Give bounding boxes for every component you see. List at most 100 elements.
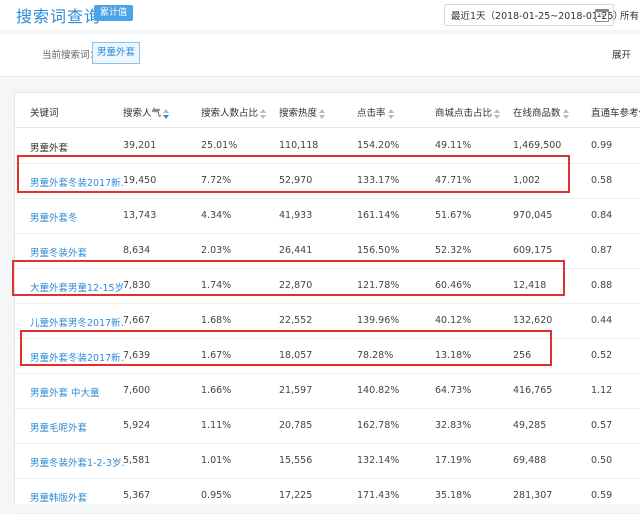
table-row: 男童韩版外套 5,367 0.95% 17,225 171.43% 35.18% 281,3… — [15, 478, 640, 514]
row-mall-ratio: 32.83% — [435, 420, 472, 431]
row-ztc-price: 0.59 — [591, 490, 613, 501]
annotation-box — [20, 330, 552, 366]
row-popularity: 5,367 — [123, 490, 151, 501]
row-ctr: 139.96% — [357, 315, 400, 326]
row-popularity: 5,581 — [123, 455, 151, 466]
table-row: 男童冬装外套1-2-3岁... 5,581 1.01% 15,556 132.14% 17… — [15, 443, 640, 479]
col-ctr[interactable]: 点击率 — [357, 105, 394, 119]
table-row: 男童外套冬 13,743 4.34% 41,933 161.14% 51.67% 970,0… — [15, 198, 640, 234]
row-products: 1,469,500 — [513, 140, 562, 151]
row-keyword[interactable]: 儿童外套男冬2017新... — [30, 315, 125, 329]
row-ctr: 162.78% — [357, 420, 400, 431]
row-mall-ratio: 49.11% — [435, 140, 472, 151]
col-popularity[interactable]: 搜索人气 — [123, 105, 170, 119]
row-ctr: 140.82% — [357, 385, 400, 396]
row-products: 970,045 — [513, 210, 553, 221]
table-row: 男童外套 中大童 7,600 1.66% 21,597 140.82% 64.73% 416… — [15, 373, 640, 409]
row-ratio: 1.68% — [201, 315, 232, 326]
current-keyword-tag[interactable]: 男童外套 — [92, 42, 141, 64]
col-products[interactable]: 在线商品数 — [513, 105, 569, 119]
keyword-table: 关键词 搜索人气 搜索人数占比 搜索热度 点击率 商城点击占比 在线商品数 直通… — [14, 92, 640, 514]
current-keyword-label: 当前搜索词： — [42, 50, 100, 61]
cumulative-badge[interactable]: 累计值 — [94, 5, 134, 21]
date-range-picker[interactable]: 最近1天（2018-01-25~2018-01-25） 25 — [444, 4, 623, 26]
annotation-box — [17, 155, 570, 193]
sort-icon[interactable] — [387, 108, 394, 119]
row-popularity: 13,743 — [123, 210, 157, 221]
calendar-day: 25 — [597, 12, 605, 19]
row-ztc-price: 0.57 — [591, 420, 613, 431]
row-products: 416,765 — [513, 385, 553, 396]
row-ztc-price: 0.87 — [591, 245, 613, 256]
row-popularity: 5,924 — [123, 420, 151, 431]
row-ctr: 161.14% — [357, 210, 400, 221]
row-ratio: 4.34% — [201, 210, 232, 221]
col-heat[interactable]: 搜索热度 — [279, 105, 326, 119]
top-bar: 搜索词查询 累计值 最近1天（2018-01-25~2018-01-25） 25… — [0, 0, 640, 30]
row-ztc-price: 0.50 — [591, 455, 613, 466]
row-keyword[interactable]: 男童毛呢外套 — [30, 420, 125, 434]
calendar-icon[interactable]: 25 — [595, 9, 609, 22]
row-ratio: 0.95% — [201, 490, 232, 501]
row-ztc-price: 0.52 — [591, 350, 613, 361]
row-heat: 110,118 — [279, 140, 319, 151]
col-ratio[interactable]: 搜索人数占比 — [201, 105, 267, 119]
row-ztc-price: 0.44 — [591, 315, 613, 326]
row-popularity: 8,634 — [123, 245, 151, 256]
row-mall-ratio: 35.18% — [435, 490, 472, 501]
row-keyword[interactable]: 男童外套 中大童 — [30, 385, 125, 399]
row-ratio: 1.01% — [201, 455, 232, 466]
row-products: 609,175 — [513, 245, 553, 256]
row-keyword: 男童外套 — [30, 143, 69, 154]
row-ratio: 1.11% — [201, 420, 232, 431]
row-heat: 41,933 — [279, 210, 313, 221]
expand-toggle[interactable]: 展开 — [612, 47, 631, 61]
row-ctr: 154.20% — [357, 140, 400, 151]
row-mall-ratio: 52.32% — [435, 245, 472, 256]
row-ztc-price: 1.12 — [591, 385, 613, 396]
row-ctr: 132.14% — [357, 455, 400, 466]
col-mall-ratio[interactable]: 商城点击占比 — [435, 105, 501, 119]
row-heat: 26,441 — [279, 245, 313, 256]
row-heat: 20,785 — [279, 420, 313, 431]
row-ztc-price: 0.58 — [591, 175, 613, 186]
row-heat: 17,225 — [279, 490, 313, 501]
row-mall-ratio: 64.73% — [435, 385, 472, 396]
row-popularity: 7,667 — [123, 315, 151, 326]
sort-icon[interactable] — [260, 108, 267, 119]
row-ctr: 156.50% — [357, 245, 400, 256]
row-keyword[interactable]: 男童外套冬 — [30, 210, 125, 224]
row-products: 281,307 — [513, 490, 553, 501]
row-products: 132,620 — [513, 315, 553, 326]
row-heat: 21,597 — [279, 385, 313, 396]
row-mall-ratio: 51.67% — [435, 210, 472, 221]
row-products: 69,488 — [513, 455, 547, 466]
table-row: 男童毛呢外套 5,924 1.11% 20,785 162.78% 32.83% 49,28… — [15, 408, 640, 444]
more-dropdown[interactable]: 所有 — [620, 8, 639, 22]
row-ratio: 2.03% — [201, 245, 232, 256]
row-ratio: 25.01% — [201, 140, 238, 151]
row-products: 49,285 — [513, 420, 547, 431]
page-title: 搜索词查询 — [16, 7, 102, 26]
sort-icon[interactable] — [562, 108, 569, 119]
row-keyword[interactable]: 男童韩版外套 — [30, 490, 125, 504]
row-ztc-price: 0.99 — [591, 140, 613, 151]
filter-bar: 当前搜索词： 男童外套 展开 — [0, 34, 640, 77]
row-ctr: 171.43% — [357, 490, 400, 501]
row-mall-ratio: 40.12% — [435, 315, 472, 326]
sort-icon[interactable] — [494, 108, 501, 119]
table-header: 关键词 搜索人气 搜索人数占比 搜索热度 点击率 商城点击占比 在线商品数 直通… — [15, 93, 640, 128]
col-ztc-price: 直通车参考价 — [591, 108, 640, 119]
sort-icon[interactable] — [163, 108, 170, 119]
col-keyword: 关键词 — [30, 108, 59, 119]
row-mall-ratio: 17.19% — [435, 455, 472, 466]
row-ratio: 1.66% — [201, 385, 232, 396]
row-keyword[interactable]: 男童冬装外套 — [30, 245, 125, 259]
sort-icon[interactable] — [319, 108, 326, 119]
row-popularity: 7,600 — [123, 385, 151, 396]
row-keyword[interactable]: 男童冬装外套1-2-3岁... — [30, 455, 125, 469]
annotation-box — [12, 260, 565, 296]
row-heat: 22,552 — [279, 315, 313, 326]
row-popularity: 39,201 — [123, 140, 157, 151]
row-heat: 15,556 — [279, 455, 313, 466]
